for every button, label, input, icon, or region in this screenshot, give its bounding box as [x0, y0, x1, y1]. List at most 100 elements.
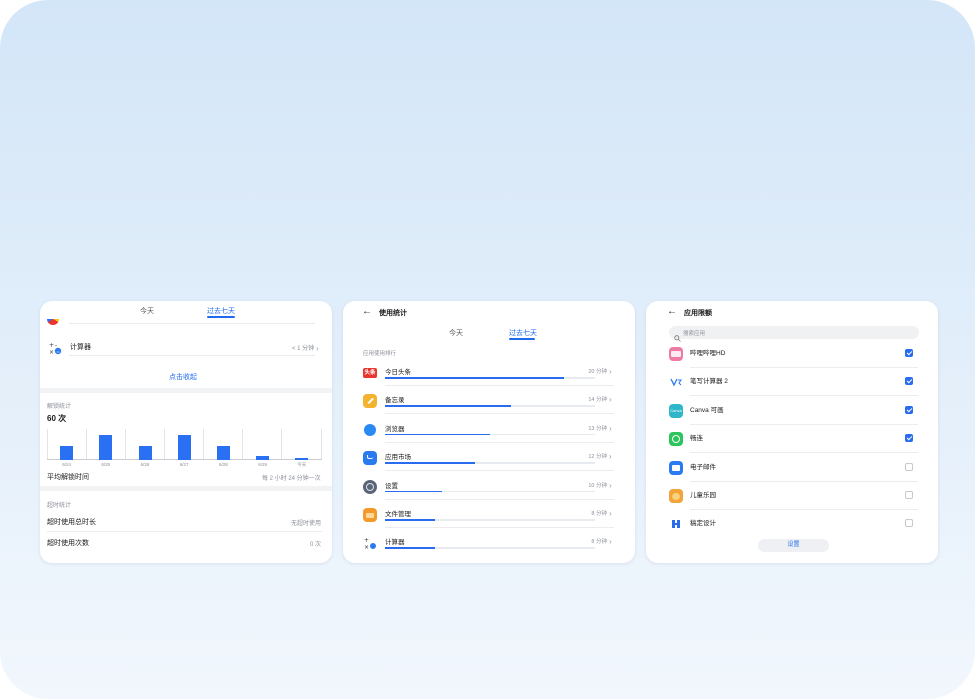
settings-button[interactable]: 设置: [758, 539, 829, 552]
unlock-count: 60 次: [47, 414, 67, 423]
chevron-right-icon[interactable]: ›: [316, 344, 319, 353]
avg-unlock-label: 平均解锁时间: [47, 474, 89, 481]
app-name: 应用市场: [385, 454, 411, 462]
gaoding-icon: [669, 517, 683, 532]
page-title: 应用限额: [684, 310, 712, 317]
notepad-icon: [363, 394, 377, 409]
divider: [385, 385, 614, 386]
overtime-total-label: 超时使用总时长: [47, 519, 96, 526]
chevron-right-icon: ›: [609, 509, 612, 518]
tab-past-seven-days[interactable]: 过去七天: [509, 328, 537, 338]
app-name: 稿定设计: [690, 520, 716, 528]
divider: [385, 441, 614, 443]
chart-bar: [99, 435, 113, 460]
limit-checkbox[interactable]: [905, 434, 913, 443]
toutiao-icon: 头条: [363, 368, 377, 378]
unlock-bar-chart: [47, 429, 322, 460]
chart-bar: [177, 435, 191, 460]
chart-x-tick-label: 6/24: [62, 462, 71, 467]
limit-checkbox[interactable]: [905, 349, 913, 357]
app-name: 设置: [385, 482, 398, 490]
app-name: 计算器: [385, 539, 405, 547]
svg-text:+: +: [49, 342, 54, 349]
divider: [69, 355, 315, 356]
app-name: 电子邮件: [690, 463, 716, 471]
partial-app-icon: [47, 319, 59, 325]
divider: [690, 480, 918, 482]
divider: [690, 395, 918, 397]
svg-text:=: =: [56, 350, 60, 355]
app-name: 浏览器: [385, 425, 405, 433]
tab-today[interactable]: 今天: [449, 328, 463, 338]
chart-grid-line: [125, 429, 126, 460]
email-icon: [669, 460, 683, 475]
app-usage-time: 14 分钟: [588, 397, 607, 404]
chart-bar: [295, 458, 309, 460]
divider: [47, 531, 322, 532]
collapse-link[interactable]: 点击收起: [169, 372, 197, 382]
search-input[interactable]: [669, 326, 919, 339]
canva-icon: Canva: [669, 403, 683, 418]
svg-text:×: ×: [49, 349, 54, 355]
chart-bar: [138, 446, 152, 460]
divider: [690, 367, 918, 368]
back-arrow-icon[interactable]: ←: [362, 307, 372, 317]
usage-bar-fill: [385, 490, 442, 493]
usage-bar-fill: [385, 405, 511, 407]
calculator-usage-value: < 1 分钟: [292, 346, 315, 352]
section-separator: [40, 388, 332, 393]
tab-active-indicator: [509, 338, 535, 340]
limit-checkbox[interactable]: [905, 519, 913, 528]
chart-x-tick-label: 今天: [297, 462, 307, 467]
usage-bar-fill: [385, 433, 490, 436]
divider: [69, 323, 315, 324]
chart-bar: [60, 446, 74, 460]
kids-park-icon: [669, 489, 683, 503]
chart-x-tick-label: 6/26: [140, 462, 150, 467]
divider: [690, 509, 918, 510]
calculator-icon: + ×: [363, 536, 377, 551]
search-icon: [674, 329, 681, 342]
search-placeholder: 搜索应用: [683, 331, 706, 337]
tab-past-seven-days[interactable]: 过去七天: [207, 306, 235, 316]
app-market-icon: [363, 451, 377, 466]
limit-checkbox[interactable]: [905, 491, 913, 499]
divider: [385, 527, 614, 528]
app-name: 今日头条: [385, 369, 411, 376]
app-usage-time: 12 分钟: [588, 454, 607, 461]
app-usage-time: 8 分钟: [591, 511, 607, 517]
changlian-icon: [669, 432, 683, 447]
divider: [385, 413, 614, 415]
file-manager-icon: [363, 508, 377, 522]
app-usage-time: 10 分钟: [588, 482, 607, 489]
usage-bar-fill: [385, 462, 476, 464]
back-arrow-icon[interactable]: ←: [667, 307, 677, 317]
usage-bar-fill: [385, 519, 436, 521]
chart-x-tick-label: 6/29: [258, 462, 267, 467]
divider: [385, 498, 614, 500]
overtime-section-title: 超时统计: [47, 503, 72, 509]
avg-unlock-value: 每 2 小时 24 分钟一次: [262, 476, 321, 482]
calculator-icon: + - × =: [48, 341, 62, 356]
limit-checkbox[interactable]: [905, 377, 913, 386]
chart-grid-line: [164, 429, 165, 460]
divider: [385, 470, 614, 472]
ranking-section-title: 应用使用排行: [363, 351, 397, 357]
chart-grid-line: [321, 429, 322, 460]
calculator-label: 计算器: [70, 344, 91, 351]
chevron-right-icon: ›: [609, 395, 612, 405]
usage-bar-fill: [385, 377, 564, 379]
tab-today[interactable]: 今天: [140, 306, 154, 316]
app-name: 儿童乐园: [690, 492, 716, 499]
chart-x-tick-label: 6/27: [179, 462, 189, 467]
overtime-count-label: 超时使用次数: [47, 540, 89, 547]
app-usage-time: 8 分钟: [591, 539, 607, 546]
app-name: Canva 可画: [690, 406, 724, 414]
chevron-right-icon: ›: [609, 367, 612, 376]
tab-active-indicator: [207, 316, 235, 318]
limit-checkbox[interactable]: [905, 462, 913, 471]
chart-grid-line: [242, 429, 243, 460]
limit-checkbox[interactable]: [905, 405, 913, 414]
settings-icon: [363, 479, 377, 494]
app-name: 畅连: [690, 435, 703, 443]
